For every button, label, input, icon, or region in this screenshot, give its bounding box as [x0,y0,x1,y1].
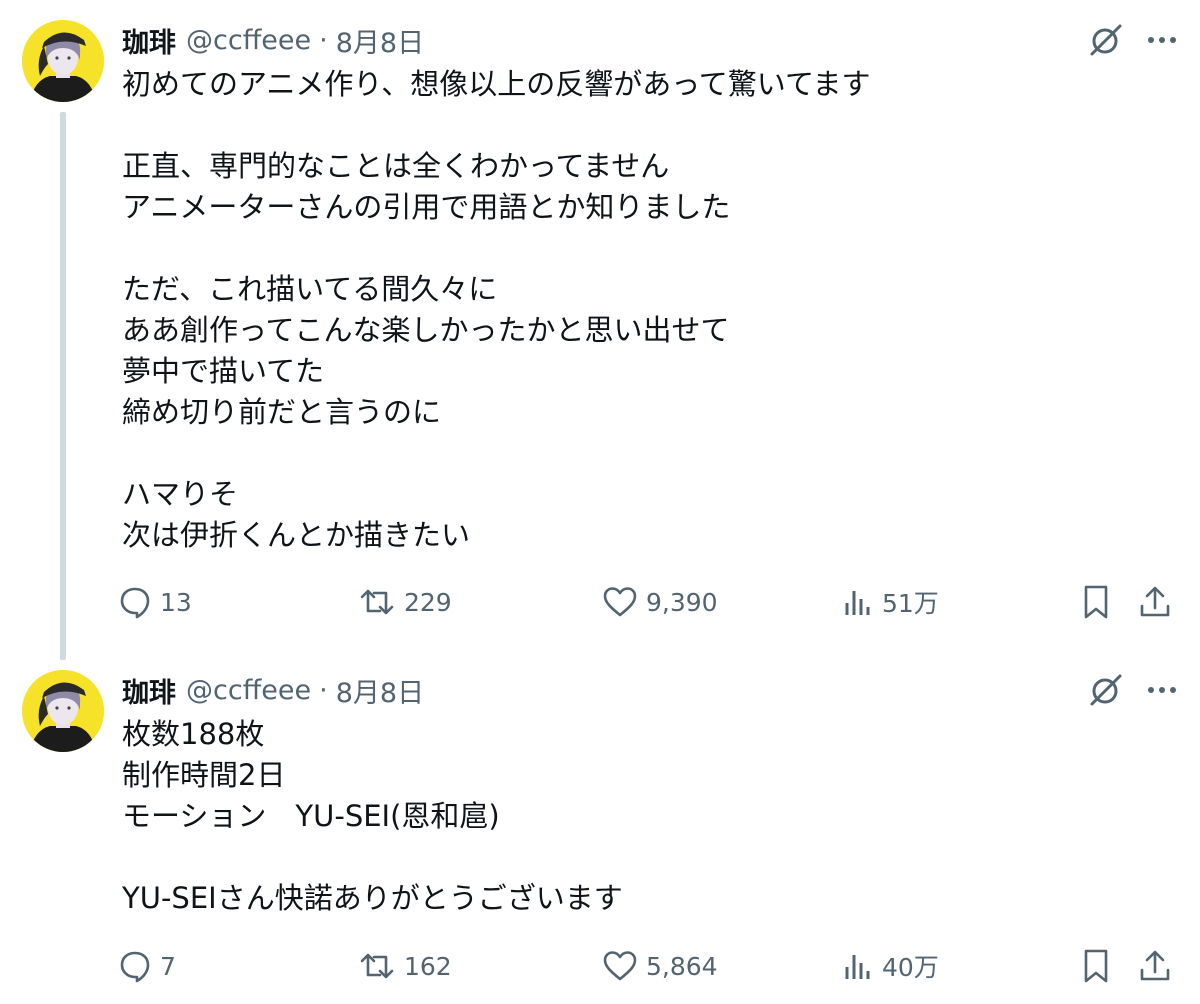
tweet-text: 初めてのアニメ作り、想像以上の反響があって驚いてます 正直、専門的なことは全くわ… [122,64,1162,556]
tweet-text-line: 正直、専門的なことは全くわかってません [122,149,670,183]
avatar-illustration [22,20,104,102]
share-button[interactable] [1138,578,1172,626]
tweet-date[interactable]: 8月8日 [336,671,424,710]
author-handle[interactable]: @ccffeee [186,25,311,56]
tweet-text-line: 制作時間2日 [122,758,286,792]
like-count: 5,864 [646,951,718,981]
avatar[interactable] [22,670,104,752]
bookmark-icon [1080,948,1112,984]
retweet-icon [358,949,396,983]
header-separator: · [319,674,328,706]
avatar[interactable] [22,20,104,102]
reply-bubble-icon [118,585,152,619]
views-bar-chart-icon [842,585,874,619]
tweet-text-line [122,105,1162,146]
share-upload-icon [1138,948,1172,984]
retweet-count: 229 [404,587,452,617]
author-name[interactable]: 珈琲 [122,671,176,710]
author-handle[interactable]: @ccffeee [186,675,311,706]
views-count: 51万 [882,589,939,618]
tweet[interactable]: 珈琲 @ccffeee · 8月8日 枚数188枚 制作時間2日 モーション Y… [0,660,1200,1004]
tweet-text-line [122,837,1162,878]
tweet-header: 珈琲 @ccffeee · 8月8日 [122,20,424,60]
tweet-actions: 13 229 9,390 51万 [118,578,1188,626]
tweet-text-line: 次は伊折くんとか描きたい [122,518,471,552]
author-name[interactable]: 珈琲 [122,21,176,60]
tweet-text-line: アニメーターさんの引用で用語とか知りました [122,190,731,224]
tweet-actions: 7 162 5,864 40万 [118,942,1188,990]
reply-count: 13 [160,587,192,617]
tweet-text-line [122,433,1162,474]
retweet-button[interactable]: 162 [358,942,452,990]
tweet-text-line: ハマりそ [122,477,239,511]
tweet-header: 珈琲 @ccffeee · 8月8日 [122,670,424,710]
grok-icon[interactable] [1086,670,1126,710]
thread-connector-line [60,112,66,660]
tweet-text: 枚数188枚 制作時間2日 モーション YU-SEI(恩和扈) YU-SEIさん… [122,714,1162,919]
heart-icon [602,949,638,983]
tweet-text-line: ああ創作ってこんな楽しかったかと思い出せて [122,313,730,347]
share-upload-icon [1138,584,1172,620]
views-count: 40万 [882,953,939,982]
more-dots-icon[interactable] [1140,670,1184,710]
views-button[interactable]: 40万 [842,942,939,990]
more-dots-icon[interactable] [1140,20,1184,60]
views-bar-chart-icon [842,949,874,983]
retweet-button[interactable]: 229 [358,578,452,626]
tweet-text-line: 締め切り前だと言うのに [122,395,442,429]
share-button[interactable] [1138,942,1172,990]
tweet-text-line [122,228,1162,269]
tweet-text-line: YU-SEIさん快諾ありがとうございます [122,881,623,915]
reply-count: 7 [160,951,176,981]
reply-bubble-icon [118,949,152,983]
like-button[interactable]: 5,864 [602,942,718,990]
tweet-text-line: 夢中で描いてた [122,354,325,388]
reply-button[interactable]: 7 [118,942,176,990]
tweet-text-line: 枚数188枚 [122,717,265,751]
heart-icon [602,585,638,619]
tweet[interactable]: 珈琲 @ccffeee · 8月8日 初めてのアニメ作り、想像以上の反響があって… [0,0,1200,660]
grok-icon[interactable] [1086,20,1126,60]
retweet-count: 162 [404,951,452,981]
tweet-text-line: ただ、これ描いてる間久々に [122,272,498,306]
tweet-text-line: モーション YU-SEI(恩和扈) [122,799,500,833]
tweet-date[interactable]: 8月8日 [336,21,424,60]
avatar-illustration [22,670,104,752]
bookmark-button[interactable] [1080,942,1112,990]
bookmark-button[interactable] [1080,578,1112,626]
bookmark-icon [1080,584,1112,620]
retweet-icon [358,585,396,619]
tweet-text-line: 初めてのアニメ作り、想像以上の反響があって驚いてます [122,67,871,101]
like-count: 9,390 [646,587,718,617]
views-button[interactable]: 51万 [842,578,939,626]
header-separator: · [319,24,328,56]
like-button[interactable]: 9,390 [602,578,718,626]
reply-button[interactable]: 13 [118,578,192,626]
